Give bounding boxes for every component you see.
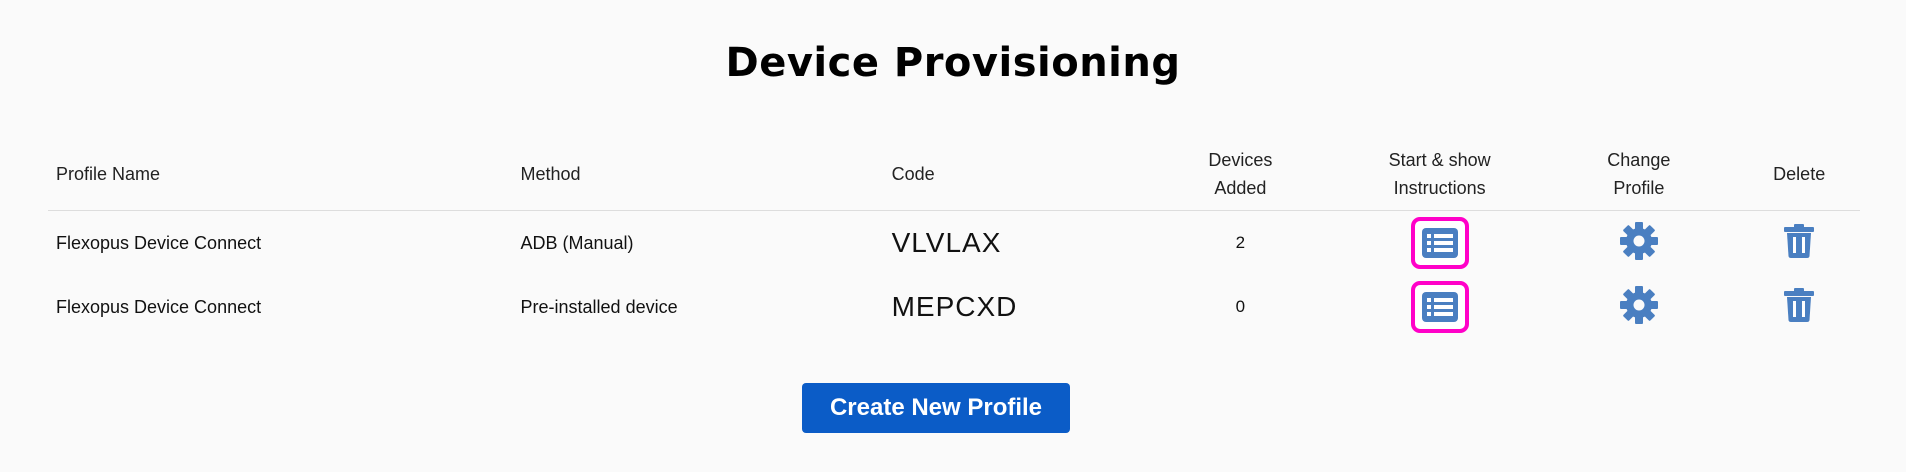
row-method: ADB (Manual) xyxy=(520,232,634,253)
header-start-line1: Start & show xyxy=(1388,150,1491,170)
header-change-line1: Change xyxy=(1607,150,1671,170)
row-code: MEPCXD xyxy=(891,291,1018,322)
row-devices-added: 0 xyxy=(1235,297,1246,316)
header-method: Method xyxy=(520,138,892,211)
delete-profile-button[interactable] xyxy=(1784,287,1815,322)
trash-icon xyxy=(1784,223,1815,258)
header-change-profile: Change Profile xyxy=(1539,138,1739,211)
table-row: Flexopus Device Connect ADB (Manual) VLV… xyxy=(48,211,1860,276)
delete-profile-button[interactable] xyxy=(1784,223,1815,258)
change-profile-button[interactable] xyxy=(1619,221,1659,261)
list-icon xyxy=(1421,228,1458,258)
create-new-profile-button[interactable]: Create New Profile xyxy=(802,383,1070,433)
row-devices-added: 2 xyxy=(1235,233,1246,252)
header-devices-added-line1: Devices xyxy=(1208,150,1273,170)
header-code: Code xyxy=(891,138,1141,211)
header-devices-added-line2: Added xyxy=(1214,178,1267,198)
list-icon xyxy=(1421,292,1458,322)
row-method: Pre-installed device xyxy=(520,296,678,317)
table-header-row: Profile Name Method Code Devices Added S… xyxy=(48,138,1860,211)
start-instructions-button[interactable] xyxy=(1410,281,1469,333)
page-title: Device Provisioning xyxy=(725,40,1181,86)
header-start-line2: Instructions xyxy=(1393,178,1486,198)
header-start-instructions: Start & show Instructions xyxy=(1339,138,1540,211)
row-profile-name: Flexopus Device Connect xyxy=(56,296,262,317)
row-code: VLVLAX xyxy=(891,227,1002,258)
header-delete: Delete xyxy=(1738,138,1860,211)
row-profile-name: Flexopus Device Connect xyxy=(56,232,262,253)
trash-icon xyxy=(1784,287,1815,322)
start-instructions-button[interactable] xyxy=(1410,217,1469,269)
header-change-line2: Profile xyxy=(1613,178,1665,198)
gear-icon xyxy=(1619,285,1658,324)
change-profile-button[interactable] xyxy=(1619,285,1659,325)
header-devices-added: Devices Added xyxy=(1140,138,1340,211)
device-provisioning-page: Device Provisioning Profile Name Method … xyxy=(0,0,1906,472)
gear-icon xyxy=(1619,221,1658,260)
header-profile-name: Profile Name xyxy=(48,138,521,211)
table-row: Flexopus Device Connect Pre-installed de… xyxy=(48,275,1860,339)
profiles-table: Profile Name Method Code Devices Added S… xyxy=(48,138,1860,339)
